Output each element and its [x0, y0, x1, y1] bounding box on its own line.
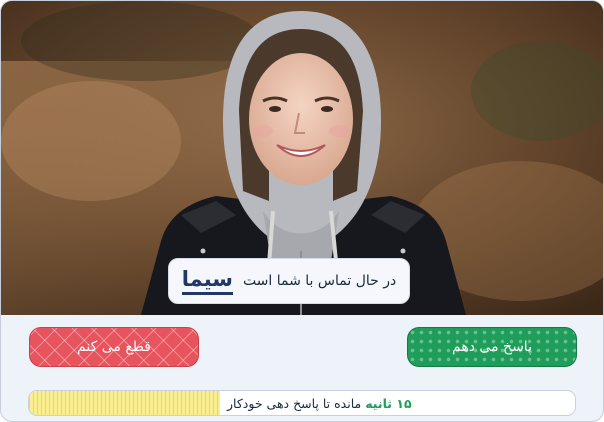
accept-call-button[interactable]: پاسخ می دهم [407, 327, 577, 367]
auto-answer-progress: ۱۵ ثانیه مانده تا پاسخ دهی خودکار [28, 390, 576, 416]
decline-call-button[interactable]: قطع می کنم [29, 327, 199, 367]
caller-name: سیما [181, 267, 233, 295]
accept-call-label: پاسخ می دهم [452, 339, 532, 355]
decline-call-label: قطع می کنم [77, 339, 151, 355]
caller-info-card: سیما در حال تماس با شما است [168, 258, 410, 304]
caller-status-text: در حال تماس با شما است [242, 273, 397, 289]
auto-answer-seconds: ۱۵ ثانیه [365, 396, 412, 411]
auto-answer-message: مانده تا پاسخ دهی خودکار [227, 396, 362, 411]
auto-answer-progress-fill [29, 391, 221, 415]
auto-answer-text: ۱۵ ثانیه مانده تا پاسخ دهی خودکار [227, 391, 412, 415]
incoming-call-panel: سیما در حال تماس با شما است قطع می کنم پ… [0, 0, 604, 422]
